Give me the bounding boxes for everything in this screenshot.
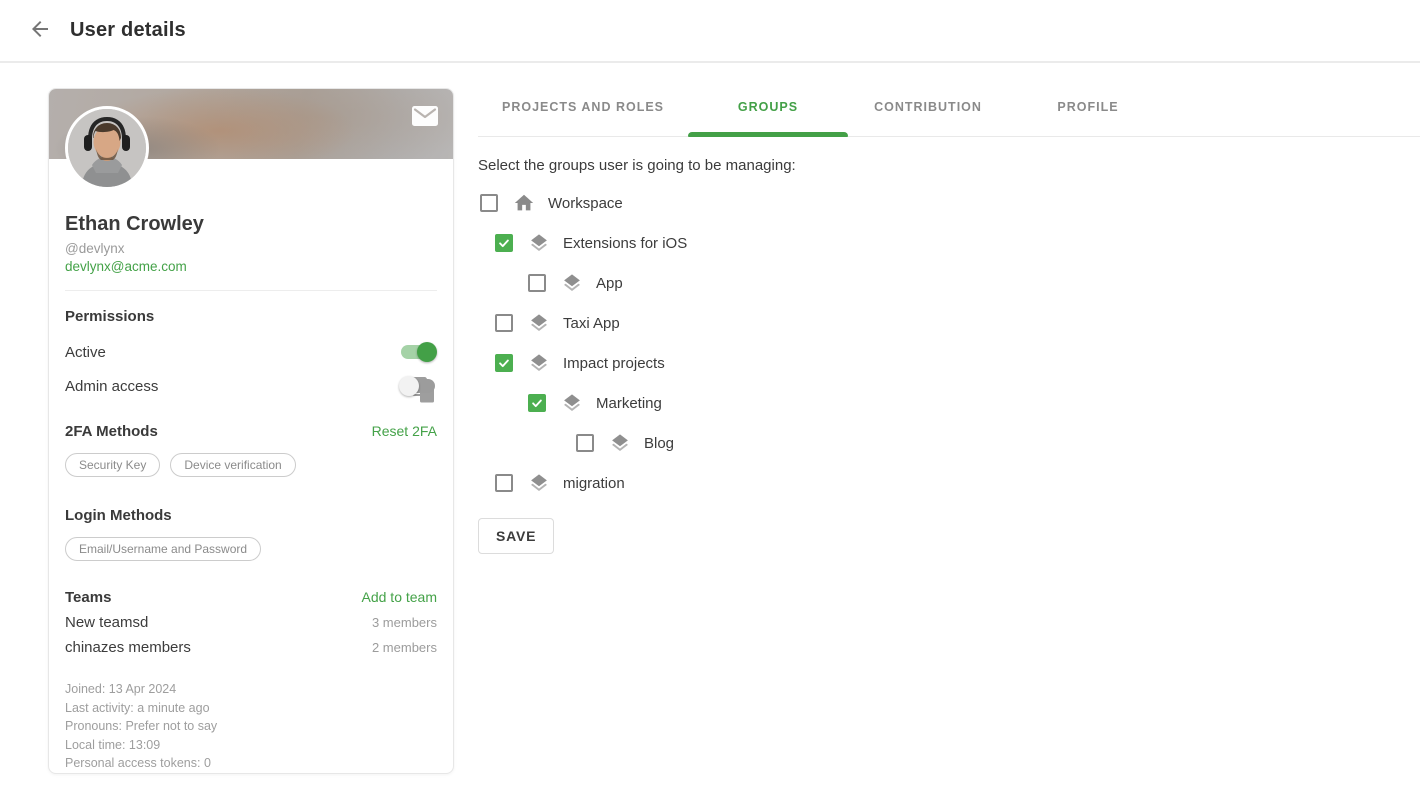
tab-projects-and-roles[interactable]: PROJECTS AND ROLES (478, 100, 688, 136)
admin-access-label: Admin access (65, 378, 158, 395)
layers-icon (528, 232, 550, 254)
tree-row-taxi-app: Taxi App (478, 303, 1396, 343)
login-method-chip: Email/Username and Password (65, 537, 261, 561)
avatar (65, 106, 149, 190)
team-members-count: 3 members (372, 615, 437, 630)
team-row: New teamsd 3 members (65, 614, 437, 631)
tab-label: CONTRIBUTION (874, 100, 982, 114)
tab-profile[interactable]: PROFILE (1008, 100, 1168, 136)
twofa-heading: 2FA Methods (65, 423, 158, 440)
tree-row-migration: migration (478, 463, 1396, 503)
tab-contribution[interactable]: CONTRIBUTION (848, 100, 1008, 136)
meta-access-tokens: Personal access tokens: 0 (65, 754, 437, 773)
home-icon (513, 192, 535, 214)
checkbox-impact-projects[interactable] (495, 354, 513, 372)
tree-row-blog: Blog (478, 423, 1396, 463)
add-to-team-link[interactable]: Add to team (362, 589, 438, 605)
twofa-method-chip: Security Key (65, 453, 160, 477)
user-username: @devlynx (65, 241, 437, 256)
tree-label: Impact projects (563, 355, 665, 372)
layers-icon (561, 392, 583, 414)
user-detail-panel: PROJECTS AND ROLES GROUPS CONTRIBUTION P… (478, 64, 1420, 798)
checkbox-taxi-app[interactable] (495, 314, 513, 332)
tree-label: migration (563, 475, 625, 492)
active-tab-underline (688, 132, 848, 137)
layers-icon (528, 312, 550, 334)
groups-instruction: Select the groups user is going to be ma… (478, 157, 1396, 174)
checkbox-workspace[interactable] (480, 194, 498, 212)
tree-label: Marketing (596, 395, 662, 412)
tree-label: Blog (644, 435, 674, 452)
tree-row-workspace: Workspace (478, 183, 1396, 223)
admin-access-toggle[interactable] (399, 376, 437, 396)
active-toggle[interactable] (399, 342, 437, 362)
meta-pronouns: Pronouns: Prefer not to say (65, 717, 437, 736)
twofa-method-chip: Device verification (170, 453, 295, 477)
card-divider (65, 290, 437, 291)
meta-last-activity: Last activity: a minute ago (65, 699, 437, 718)
tree-label: Extensions for iOS (563, 235, 687, 252)
tab-label: GROUPS (738, 100, 798, 114)
team-row: chinazes members 2 members (65, 639, 437, 656)
tree-row-impact-projects: Impact projects (478, 343, 1396, 383)
checkbox-migration[interactable] (495, 474, 513, 492)
tree-row-marketing: Marketing (478, 383, 1396, 423)
checkbox-blog[interactable] (576, 434, 594, 452)
team-name: New teamsd (65, 614, 148, 631)
checkbox-extensions-for-ios[interactable] (495, 234, 513, 252)
reset-2fa-link[interactable]: Reset 2FA (372, 423, 437, 439)
tree-label: App (596, 275, 623, 292)
teams-heading: Teams (65, 589, 111, 606)
tab-groups[interactable]: GROUPS (688, 100, 848, 136)
mail-icon (411, 115, 439, 130)
team-members-count: 2 members (372, 640, 437, 655)
layers-icon (609, 432, 631, 454)
login-methods-heading: Login Methods (65, 507, 437, 524)
tab-label: PROFILE (1057, 100, 1118, 114)
tree-label: Workspace (548, 195, 623, 212)
back-button[interactable] (24, 15, 56, 47)
layers-icon (561, 272, 583, 294)
user-email-link[interactable]: devlynx@acme.com (65, 259, 187, 274)
layers-icon (528, 352, 550, 374)
page-title: User details (70, 19, 186, 42)
meta-registration: Direct registration (65, 773, 437, 775)
tree-row-extensions-for-ios: Extensions for iOS (478, 223, 1396, 263)
user-meta-block: Joined: 13 Apr 2024 Last activity: a min… (65, 680, 437, 774)
meta-local-time: Local time: 13:09 (65, 736, 437, 755)
team-name: chinazes members (65, 639, 191, 656)
profile-card: Ethan Crowley @devlynx devlynx@acme.com … (48, 88, 454, 774)
tab-bar: PROJECTS AND ROLES GROUPS CONTRIBUTION P… (478, 64, 1420, 137)
tree-row-app: App (478, 263, 1396, 303)
meta-joined: Joined: 13 Apr 2024 (65, 680, 437, 699)
active-toggle-row: Active (65, 342, 437, 362)
admin-toggle-row: Admin access (65, 376, 437, 396)
tree-label: Taxi App (563, 315, 620, 332)
active-label: Active (65, 344, 106, 361)
layers-icon (528, 472, 550, 494)
app-header: User details (0, 0, 1420, 63)
tab-label: PROJECTS AND ROLES (502, 100, 664, 114)
save-button[interactable]: SAVE (478, 518, 554, 554)
checkbox-marketing[interactable] (528, 394, 546, 412)
send-mail-button[interactable] (411, 105, 439, 127)
back-arrow-icon (28, 17, 52, 44)
permissions-heading: Permissions (65, 308, 437, 325)
checkbox-app[interactable] (528, 274, 546, 292)
user-name: Ethan Crowley (65, 213, 437, 236)
groups-tree: Workspace Extensions for iOS App Taxi Ap… (478, 183, 1396, 503)
